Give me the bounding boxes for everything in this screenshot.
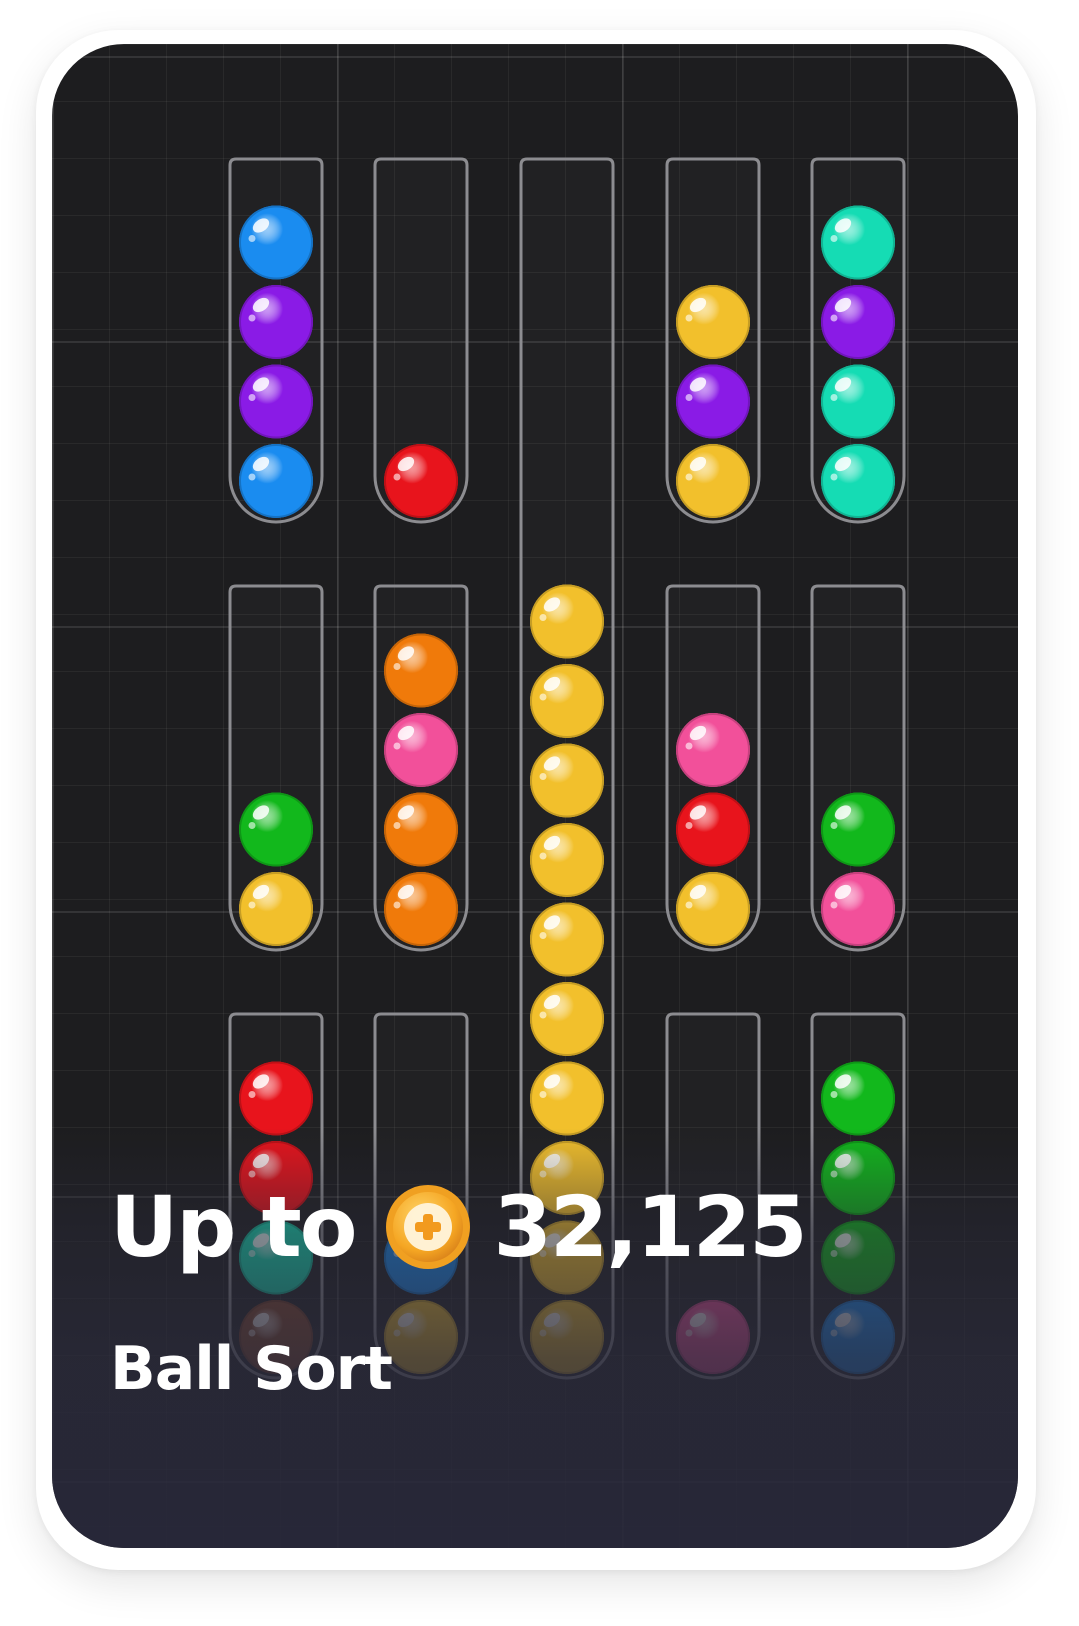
tube[interactable]: [228, 157, 324, 524]
purple-ball: [239, 364, 313, 439]
yellow-ball: [239, 872, 313, 946]
tube[interactable]: [228, 584, 324, 952]
reward-prefix: Up to: [110, 1178, 357, 1276]
purple-ball: [239, 285, 313, 359]
game-card[interactable]: Up to 32,125 Ball Sort: [52, 44, 1018, 1548]
tube[interactable]: [665, 157, 761, 524]
red-ball: [384, 444, 458, 518]
yellow-ball: [530, 1061, 604, 1136]
yellow-ball: [676, 285, 750, 359]
pink-ball: [384, 713, 458, 787]
yellow-ball: [530, 823, 604, 897]
yellow-ball: [530, 664, 604, 738]
teal-ball: [821, 444, 895, 518]
green-ball: [821, 1061, 895, 1136]
yellow-ball: [530, 982, 604, 1056]
tube[interactable]: [810, 157, 906, 524]
yellow-ball: [530, 743, 604, 818]
reward-amount: 32,125: [493, 1178, 807, 1276]
purple-ball: [821, 285, 895, 359]
blue-ball: [239, 205, 313, 280]
coin-plus-icon: [386, 1185, 471, 1269]
yellow-ball: [530, 902, 604, 977]
pink-ball: [676, 713, 750, 787]
teal-ball: [821, 364, 895, 439]
orange-ball: [384, 633, 458, 708]
tube[interactable]: [810, 584, 906, 952]
green-ball: [821, 792, 895, 867]
purple-ball: [676, 364, 750, 439]
tube[interactable]: [665, 584, 761, 952]
red-ball: [239, 1061, 313, 1136]
pink-ball: [821, 872, 895, 946]
orange-ball: [384, 792, 458, 867]
tube[interactable]: [373, 157, 469, 524]
red-ball: [676, 792, 750, 867]
green-ball: [239, 792, 313, 867]
orange-ball: [384, 872, 458, 946]
teal-ball: [821, 205, 895, 280]
yellow-ball: [530, 584, 604, 659]
game-title: Ball Sort: [110, 1334, 393, 1404]
tube[interactable]: [373, 584, 469, 952]
yellow-ball: [676, 444, 750, 518]
yellow-ball: [676, 872, 750, 946]
reward-line: Up to 32,125: [110, 1172, 808, 1282]
blue-ball: [239, 444, 313, 518]
